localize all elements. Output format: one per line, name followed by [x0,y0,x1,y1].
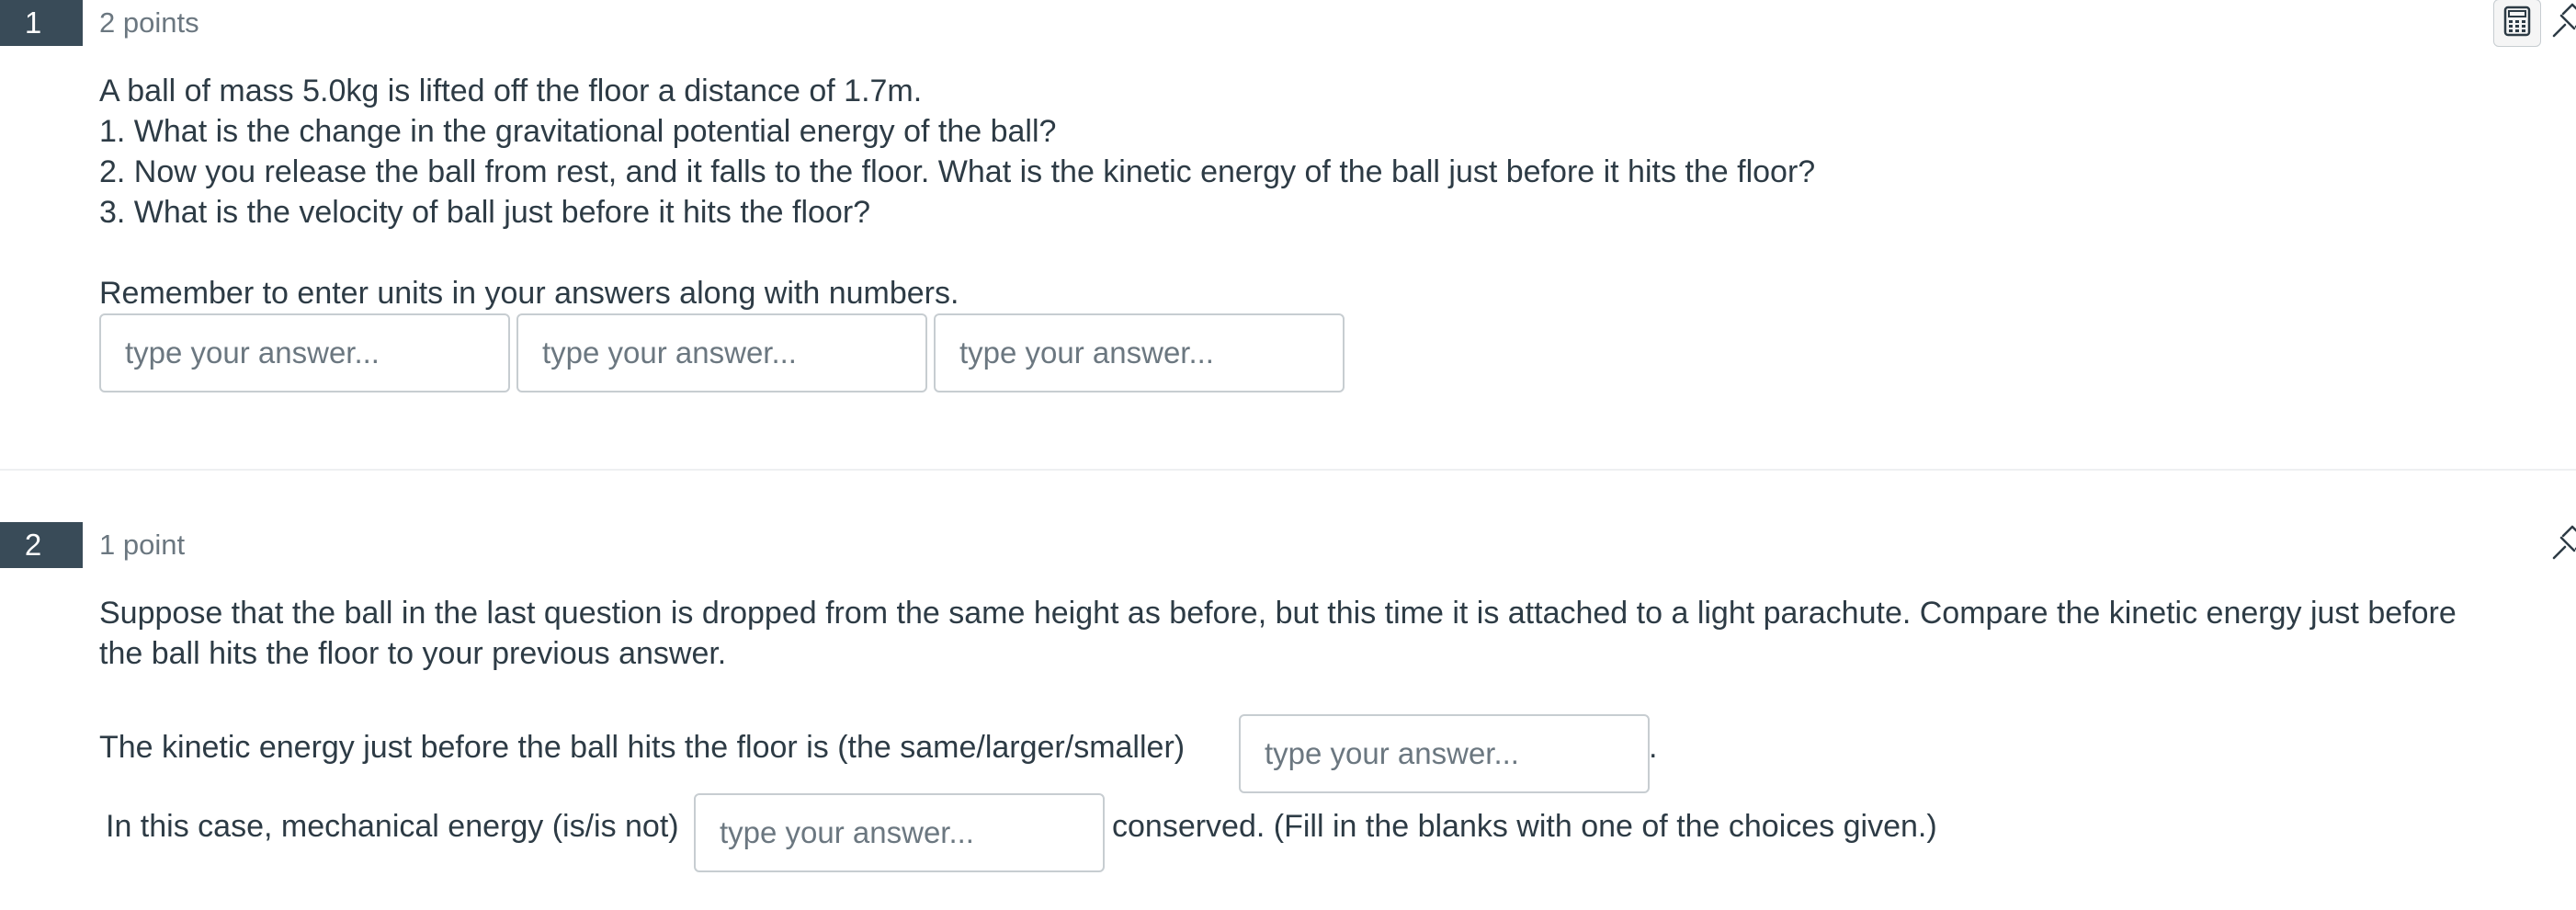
question-text-line: 1. What is the change in the gravitation… [99,114,1057,149]
question-reminder: Remember to enter units in your answers … [99,276,959,311]
question-text-line: Suppose that the ball in the last questi… [99,596,2457,631]
question-points: 1 point [99,529,186,561]
answer-input-1[interactable] [99,313,510,392]
blank-2-input[interactable] [694,793,1105,872]
question-text-line: A ball of mass 5.0kg is lifted off the f… [99,74,923,108]
question-1: 1 2 points A ball of mass 5.0kg is lifte… [0,0,2576,469]
question-number-badge: 1 [0,0,83,46]
pin-button[interactable] [2550,0,2576,46]
blank-2-prefix: In this case, mechanical energy (is/is n… [106,809,679,844]
question-text-line: 2. Now you release the ball from rest, a… [99,154,1816,189]
pin-button[interactable] [2550,522,2576,568]
question-2: 2 1 point Suppose that the ball in the l… [0,522,2576,910]
answer-input-3[interactable] [934,313,1345,392]
question-tools [2550,522,2576,568]
blank-1-prefix: The kinetic energy just before the ball … [99,730,1186,765]
blank-2-suffix: conserved. (Fill in the blanks with one … [1112,809,1937,844]
blank-1-suffix: . [1649,730,1658,765]
calculator-button[interactable] [2493,0,2541,47]
question-number-badge: 2 [0,522,83,568]
question-tools [2493,0,2576,47]
question-text-line: the ball hits the floor to your previous… [99,636,727,671]
pin-icon [2550,3,2576,44]
question-points: 2 points [99,6,199,39]
question-divider [0,469,2576,471]
blank-1-input[interactable] [1239,714,1650,793]
question-text-line: 3. What is the velocity of ball just bef… [99,195,871,230]
pin-icon [2550,525,2576,566]
calculator-icon [2503,6,2531,41]
answer-input-2[interactable] [516,313,927,392]
